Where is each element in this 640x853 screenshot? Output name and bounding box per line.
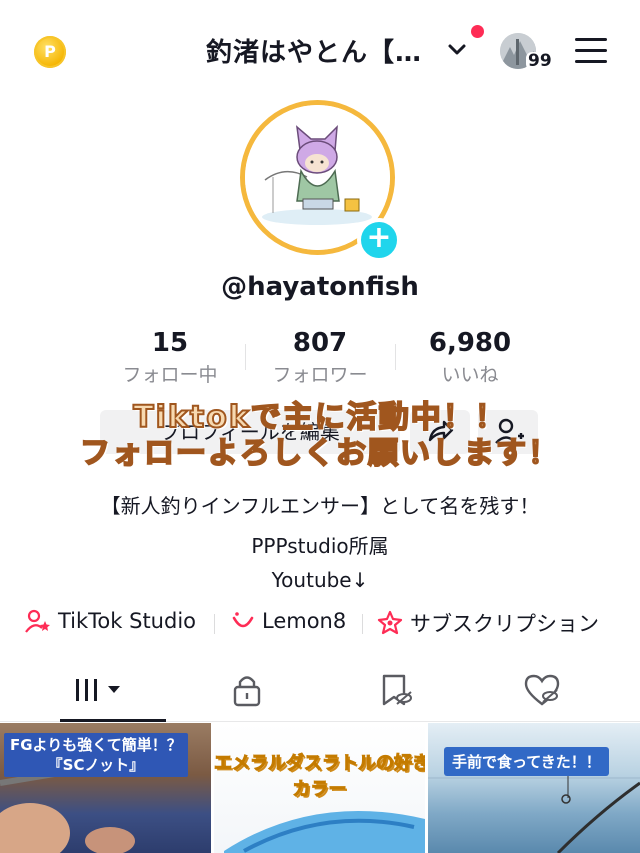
stat-value: 807 [292, 328, 348, 358]
stat-label: いいね [441, 364, 499, 386]
stat-label: フォロワー [272, 364, 368, 386]
caption-line: FGよりも強くて簡単！？ [10, 736, 182, 754]
star-badge-icon [377, 610, 403, 635]
lemon8-label: Lemon8 [262, 609, 347, 633]
tiktok-studio-link[interactable]: TikTok Studio [24, 608, 196, 634]
squid-lure-icon [224, 810, 425, 853]
chevron-down-icon[interactable] [447, 40, 467, 60]
stats-row: 15 フォロー中 807 フォロワー 6,980 いいね [0, 328, 640, 388]
tab-private[interactable] [218, 670, 278, 710]
stat-value: 15 [151, 328, 189, 358]
coin-icon[interactable]: P [34, 36, 66, 68]
username-handle: @hayatonfish [221, 272, 419, 302]
video-caption: 手前で食ってきた！！ [444, 747, 609, 776]
overlay-caption-line2: フォローよろしくお願いします！ [79, 435, 560, 472]
link-separator [362, 614, 363, 634]
stat-followers[interactable]: 807 フォロワー [245, 328, 395, 387]
stat-following[interactable]: 15 フォロー中 [95, 328, 245, 387]
tab-liked[interactable] [512, 670, 572, 710]
bookmark-hidden-icon [382, 674, 412, 706]
lemon8-smile-icon [232, 612, 254, 628]
stat-likes[interactable]: 6,980 いいね [395, 328, 545, 387]
stat-label: フォロー中 [122, 364, 218, 386]
subscription-label: サブスクリプション [410, 612, 599, 636]
account-title[interactable]: 釣渚はやとん【… [206, 32, 422, 69]
heart-hidden-icon [524, 674, 560, 706]
active-tab-indicator [60, 719, 166, 722]
link-separator [214, 614, 215, 634]
top-bar: P 釣渚はやとん【… 99 [0, 0, 640, 100]
caption-line: 『SCノット』 [47, 756, 145, 774]
tab-saved[interactable] [366, 670, 426, 710]
video-thumbnail[interactable]: エメラルダスラトルの好き カラー [214, 723, 425, 853]
profile-links-row: TikTok Studio Lemon8 サブスクリプション [24, 608, 624, 640]
bio-line: Youtube↓ [271, 568, 369, 592]
story-count-badge: 99 [526, 51, 554, 71]
video-caption: FGよりも強くて簡単！？ 『SCノット』 [4, 733, 188, 777]
grid-columns-icon [76, 679, 120, 701]
hamburger-menu-icon[interactable] [575, 38, 607, 64]
seaside-fishing-icon [428, 763, 640, 853]
bio-line: 【新人釣りインフルエンサー】として名を残す！ [100, 494, 540, 518]
lock-icon [233, 676, 261, 707]
lemon8-link[interactable]: Lemon8 [230, 608, 346, 634]
notification-dot [471, 25, 484, 38]
add-story-button[interactable]: + [357, 218, 401, 262]
person-star-icon [25, 609, 50, 633]
video-thumbnail[interactable]: 手前で食ってきた！！ [428, 723, 640, 853]
subscription-link[interactable]: サブスクリプション [376, 608, 599, 638]
content-tabs [0, 660, 640, 722]
tiktok-studio-label: TikTok Studio [58, 609, 197, 633]
video-thumbnail[interactable]: FGよりも強くて簡単！？ 『SCノット』 [0, 723, 211, 853]
video-grid: FGよりも強くて簡単！？ 『SCノット』 エメラルダスラトルの好き カラー 手前… [0, 723, 640, 853]
bio-line: PPPstudio所属 [251, 534, 389, 558]
tab-videos[interactable] [72, 670, 132, 710]
stat-value: 6,980 [428, 328, 512, 358]
